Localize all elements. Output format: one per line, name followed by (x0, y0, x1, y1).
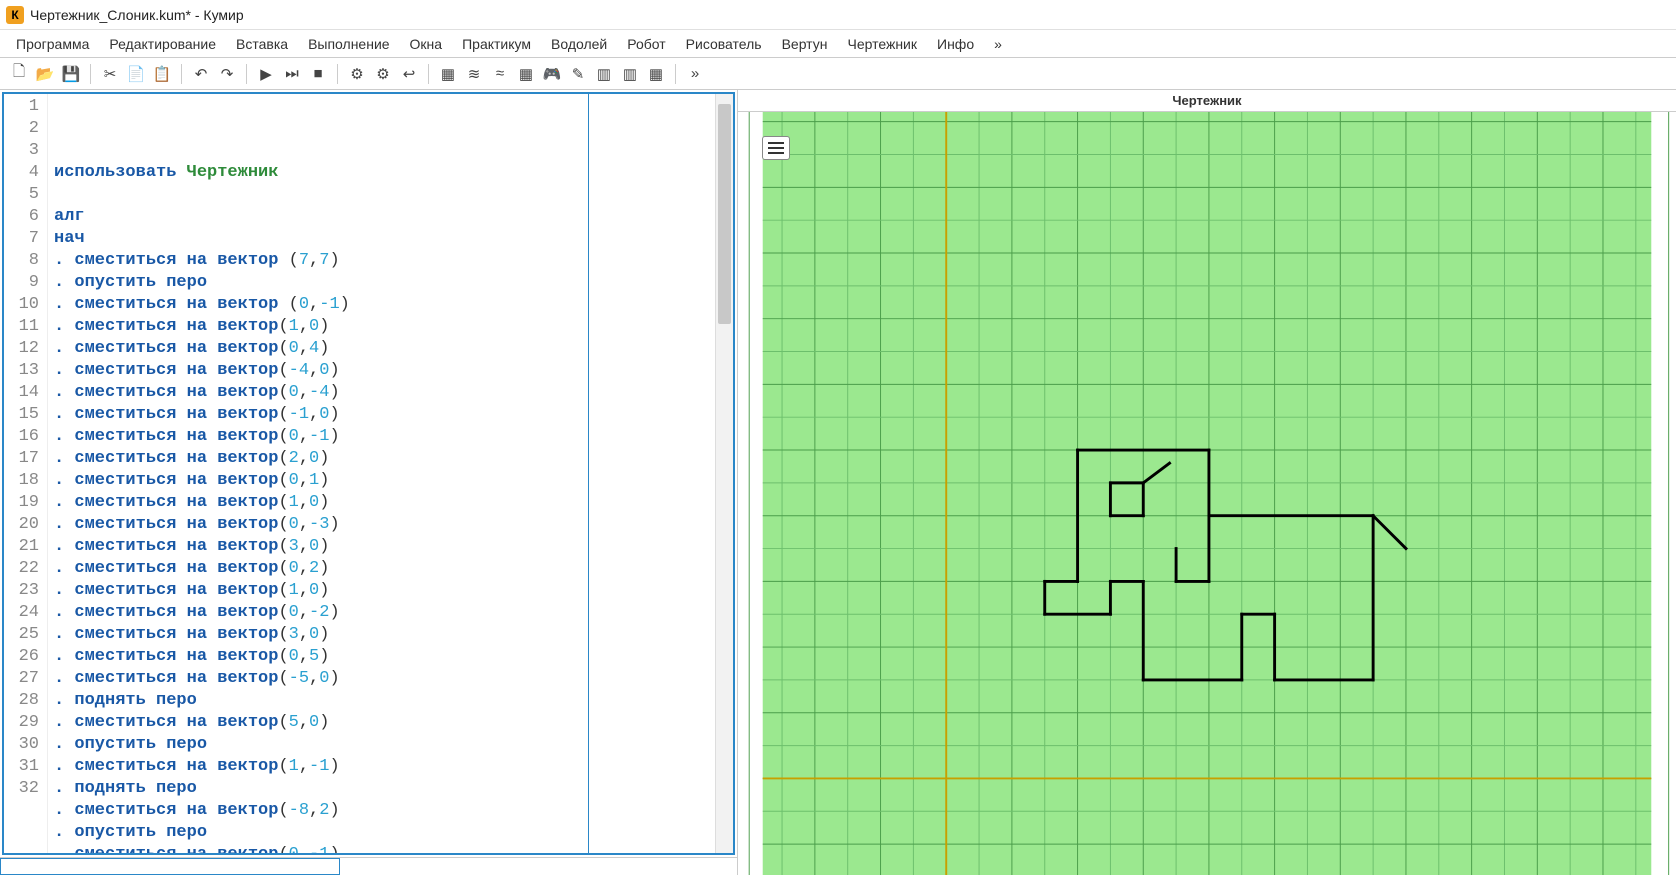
code-line-17[interactable]: . сместиться на вектор(0,-3) (54, 514, 709, 536)
window-title: Чертежник_Слоник.kum* - Кумир (30, 7, 244, 23)
editor-split-divider[interactable] (588, 94, 589, 853)
toolbar-g1-icon[interactable]: ▦ (437, 63, 459, 85)
menu-»[interactable]: » (986, 32, 1010, 56)
menu-Инфо[interactable]: Инфо (929, 32, 982, 56)
code-line-22[interactable]: . сместиться на вектор(3,0) (54, 624, 709, 646)
toolbar-t3-icon[interactable]: ↩ (398, 63, 420, 85)
code-line-24[interactable]: . сместиться на вектор(-5,0) (54, 668, 709, 690)
code-line-7[interactable]: . сместиться на вектор (0,-1) (54, 294, 709, 316)
code-line-10[interactable]: . сместиться на вектор(-4,0) (54, 360, 709, 382)
toolbar-undo-icon[interactable]: ↶ (190, 63, 212, 85)
toolbar-cut-icon[interactable]: ✂ (99, 63, 121, 85)
toolbar-more-icon[interactable]: » (684, 63, 706, 85)
toolbar-redo-icon[interactable]: ↷ (216, 63, 238, 85)
menu-Робот[interactable]: Робот (619, 32, 673, 56)
code-line-21[interactable]: . сместиться на вектор(0,-2) (54, 602, 709, 624)
code-line-29[interactable]: . поднять перо (54, 778, 709, 800)
menu-Вставка[interactable]: Вставка (228, 32, 296, 56)
editor-pane: 1234567891011121314151617181920212223242… (0, 90, 738, 875)
status-active-tab[interactable] (0, 858, 340, 875)
code-line-12[interactable]: . сместиться на вектор(-1,0) (54, 404, 709, 426)
code-line-19[interactable]: . сместиться на вектор(0,2) (54, 558, 709, 580)
menu-Рисователь[interactable]: Рисователь (678, 32, 770, 56)
code-line-1[interactable]: использовать Чертежник (54, 162, 709, 184)
code-line-28[interactable]: . сместиться на вектор(1,-1) (54, 756, 709, 778)
status-strip (0, 857, 737, 875)
code-line-20[interactable]: . сместиться на вектор(1,0) (54, 580, 709, 602)
toolbar-copy-icon[interactable]: 📄 (125, 63, 147, 85)
canvas-menu-button[interactable] (762, 136, 790, 160)
menubar: ПрограммаРедактированиеВставкаВыполнение… (0, 30, 1676, 58)
code-line-3[interactable]: алг (54, 206, 709, 228)
menu-Водолей[interactable]: Водолей (543, 32, 615, 56)
code-line-23[interactable]: . сместиться на вектор(0,5) (54, 646, 709, 668)
code-line-9[interactable]: . сместиться на вектор(0,4) (54, 338, 709, 360)
toolbar-new-icon[interactable]: 🗋 (8, 63, 30, 85)
code-line-14[interactable]: . сместиться на вектор(2,0) (54, 448, 709, 470)
code-line-2[interactable] (54, 184, 709, 206)
scrollbar-thumb[interactable] (718, 104, 731, 324)
drawing-canvas[interactable] (738, 112, 1676, 875)
toolbar-g3-icon[interactable]: ≈ (489, 63, 511, 85)
toolbar-save-icon[interactable]: 💾 (60, 63, 82, 85)
app-icon: К (6, 6, 24, 24)
toolbar: 🗋📂💾✂📄📋↶↷▶⏭■⚙⚙↩▦≋≈▦🎮✎▥▥▦» (0, 58, 1676, 90)
code-editor[interactable]: 1234567891011121314151617181920212223242… (2, 92, 735, 855)
code-line-18[interactable]: . сместиться на вектор(3,0) (54, 536, 709, 558)
menu-Чертежник[interactable]: Чертежник (839, 32, 925, 56)
code-line-27[interactable]: . опустить перо (54, 734, 709, 756)
menu-Выполнение[interactable]: Выполнение (300, 32, 397, 56)
code-line-31[interactable]: . опустить перо (54, 822, 709, 844)
toolbar-g7-icon[interactable]: ▥ (593, 63, 615, 85)
code-line-11[interactable]: . сместиться на вектор(0,-4) (54, 382, 709, 404)
menu-Вертун[interactable]: Вертун (774, 32, 836, 56)
toolbar-g2-icon[interactable]: ≋ (463, 63, 485, 85)
code-line-26[interactable]: . сместиться на вектор(5,0) (54, 712, 709, 734)
code-line-16[interactable]: . сместиться на вектор(1,0) (54, 492, 709, 514)
toolbar-stop-icon[interactable]: ■ (307, 63, 329, 85)
toolbar-g9-icon[interactable]: ▦ (645, 63, 667, 85)
menu-Практикум[interactable]: Практикум (454, 32, 539, 56)
toolbar-g6-icon[interactable]: ✎ (567, 63, 589, 85)
code-area[interactable]: использовать Чертежник алгнач. сместитьс… (48, 94, 715, 853)
vertical-scrollbar[interactable] (715, 94, 733, 853)
toolbar-t2-icon[interactable]: ⚙ (372, 63, 394, 85)
code-line-6[interactable]: . опустить перо (54, 272, 709, 294)
titlebar: К Чертежник_Слоник.kum* - Кумир (0, 0, 1676, 30)
code-line-4[interactable]: нач (54, 228, 709, 250)
toolbar-g4-icon[interactable]: ▦ (515, 63, 537, 85)
toolbar-open-icon[interactable]: 📂 (34, 63, 56, 85)
code-line-8[interactable]: . сместиться на вектор(1,0) (54, 316, 709, 338)
toolbar-run-icon[interactable]: ▶ (255, 63, 277, 85)
drawing-pane: Чертежник (738, 90, 1676, 875)
code-line-32[interactable]: . сместиться на вектор(0,-1) (54, 844, 709, 855)
toolbar-g8-icon[interactable]: ▥ (619, 63, 641, 85)
toolbar-paste-icon[interactable]: 📋 (151, 63, 173, 85)
code-line-25[interactable]: . поднять перо (54, 690, 709, 712)
drawing-svg (738, 112, 1676, 875)
code-line-30[interactable]: . сместиться на вектор(-8,2) (54, 800, 709, 822)
toolbar-step-icon[interactable]: ⏭ (281, 63, 303, 85)
menu-Окна[interactable]: Окна (402, 32, 451, 56)
menu-Программа[interactable]: Программа (8, 32, 97, 56)
code-line-13[interactable]: . сместиться на вектор(0,-1) (54, 426, 709, 448)
line-gutter: 1234567891011121314151617181920212223242… (4, 94, 48, 853)
menu-Редактирование[interactable]: Редактирование (101, 32, 224, 56)
code-line-15[interactable]: . сместиться на вектор(0,1) (54, 470, 709, 492)
toolbar-t1-icon[interactable]: ⚙ (346, 63, 368, 85)
toolbar-g5-icon[interactable]: 🎮 (541, 63, 563, 85)
code-line-5[interactable]: . сместиться на вектор (7,7) (54, 250, 709, 272)
drawing-panel-title: Чертежник (738, 90, 1676, 112)
